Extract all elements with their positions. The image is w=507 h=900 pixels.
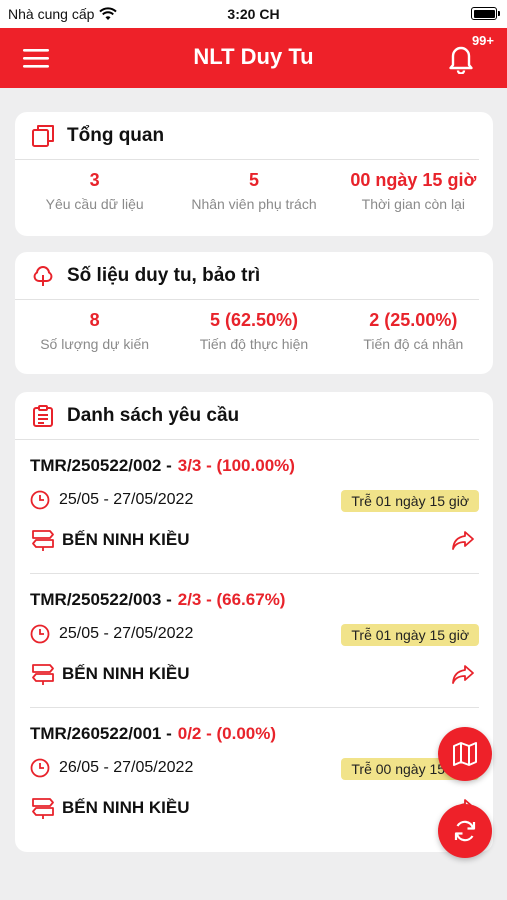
stat-value: 5	[248, 170, 259, 190]
tree-icon	[31, 263, 57, 289]
stat-value: 2 (25.00%)	[369, 310, 458, 330]
stat-value: 00 ngày 15 giờ	[350, 170, 477, 190]
share-arrow-icon[interactable]	[451, 662, 475, 686]
request-code: TMR/250522/003 -	[30, 590, 172, 609]
late-badge: Trễ 01 ngày 15 giờ	[341, 624, 479, 646]
request-item[interactable]: TMR/260522/001 - 0/2 - (0.00%) 26/05 - 2…	[30, 708, 479, 842]
status-bar: Nhà cung cấp 3:20 CH	[0, 0, 507, 28]
overview-card: Tổng quan 3 Yêu cầu dữ liệu 5 Nhân viên …	[15, 112, 493, 236]
map-fab-button[interactable]	[438, 727, 492, 781]
request-date-row: 25/05 - 27/05/2022	[30, 624, 193, 644]
stat-execution-progress: 5 (62.50%) Tiến độ thực hiện	[174, 310, 333, 352]
stat-label: Tiến độ thực hiện	[199, 336, 309, 352]
request-location: BẾN NINH KIỀU	[62, 530, 190, 549]
refresh-icon	[454, 820, 476, 842]
request-date-row: 26/05 - 27/05/2022	[30, 758, 193, 778]
request-code: TMR/260522/001 -	[30, 724, 172, 743]
signpost-icon	[32, 664, 54, 685]
request-code: TMR/250522/002 -	[30, 456, 172, 475]
overview-stats: 3 Yêu cầu dữ liệu 5 Nhân viên phụ trách …	[15, 160, 493, 212]
maintenance-title: Số liệu duy tu, bảo trì	[67, 264, 261, 286]
stat-time-remaining: 00 ngày 15 giờ Thời gian còn lại	[334, 170, 493, 212]
request-heading: TMR/250522/002 - 3/3 - (100.00%)	[30, 456, 295, 476]
maintenance-stats: 8 Số lượng dự kiến 5 (62.50%) Tiến độ th…	[15, 300, 493, 352]
signpost-icon	[32, 798, 54, 819]
request-list-card: Danh sách yêu cầu TMR/250522/002 - 3/3 -…	[15, 392, 493, 852]
clock-icon	[30, 758, 50, 778]
clock-icon	[30, 490, 50, 510]
stat-label: Tiến độ cá nhân	[363, 336, 464, 352]
overview-title: Tổng quan	[67, 124, 165, 146]
request-heading: TMR/250522/003 - 2/3 - (66.67%)	[30, 590, 285, 610]
stat-value: 5 (62.50%)	[209, 310, 299, 330]
request-progress: 2/3 - (66.67%)	[177, 590, 286, 609]
request-progress: 0/2 - (0.00%)	[177, 724, 277, 743]
request-progress: 3/3 - (100.00%)	[177, 456, 295, 475]
notification-badge: 99+	[471, 33, 494, 48]
request-location-row: BẾN NINH KIỀU	[30, 662, 190, 686]
share-arrow-icon[interactable]	[451, 528, 475, 552]
clipboard-icon	[31, 403, 57, 429]
stat-value: 3	[89, 170, 100, 190]
maintenance-header: Số liệu duy tu, bảo trì	[15, 252, 479, 300]
stat-personal-progress: 2 (25.00%) Tiến độ cá nhân	[334, 310, 493, 352]
request-location-row: BẾN NINH KIỀU	[30, 796, 190, 820]
request-date: 26/05 - 27/05/2022	[59, 759, 194, 776]
request-list-header: Danh sách yêu cầu	[15, 392, 479, 440]
maintenance-card: Số liệu duy tu, bảo trì 8 Số lượng dự ki…	[15, 252, 493, 374]
battery-icon	[471, 7, 500, 20]
stat-label: Thời gian còn lại	[361, 196, 465, 212]
map-icon	[453, 742, 477, 766]
stat-label: Số lượng dự kiến	[40, 336, 150, 352]
clock: 3:20 CH	[227, 6, 280, 22]
stat-staff: 5 Nhân viên phụ trách	[174, 170, 333, 212]
request-date: 25/05 - 27/05/2022	[59, 491, 194, 508]
signpost-icon	[32, 530, 54, 551]
clock-icon	[30, 624, 50, 644]
stat-label: Yêu cầu dữ liệu	[45, 196, 144, 212]
stat-value: 8	[89, 310, 100, 330]
copy-icon	[31, 123, 57, 149]
request-heading: TMR/260522/001 - 0/2 - (0.00%)	[30, 724, 276, 744]
request-list: TMR/250522/002 - 3/3 - (100.00%) 25/05 -…	[15, 440, 493, 842]
request-item[interactable]: TMR/250522/002 - 3/3 - (100.00%) 25/05 -…	[30, 440, 479, 574]
late-badge: Trễ 01 ngày 15 giờ	[341, 490, 479, 512]
request-location-row: BẾN NINH KIỀU	[30, 528, 190, 552]
refresh-fab-button[interactable]	[438, 804, 492, 858]
stat-planned-count: 8 Số lượng dự kiến	[15, 310, 174, 352]
request-list-title: Danh sách yêu cầu	[67, 404, 240, 426]
stat-data-requests: 3 Yêu cầu dữ liệu	[15, 170, 174, 212]
request-date-row: 25/05 - 27/05/2022	[30, 490, 193, 510]
request-location: BẾN NINH KIỀU	[62, 798, 190, 817]
request-location: BẾN NINH KIỀU	[62, 664, 190, 683]
request-date: 25/05 - 27/05/2022	[59, 625, 194, 642]
request-item[interactable]: TMR/250522/003 - 2/3 - (66.67%) 25/05 - …	[30, 574, 479, 708]
app-header: NLT Duy Tu 99+	[0, 28, 507, 88]
stat-label: Nhân viên phụ trách	[191, 196, 317, 212]
app-title: NLT Duy Tu	[193, 44, 314, 69]
overview-header: Tổng quan	[15, 112, 479, 160]
